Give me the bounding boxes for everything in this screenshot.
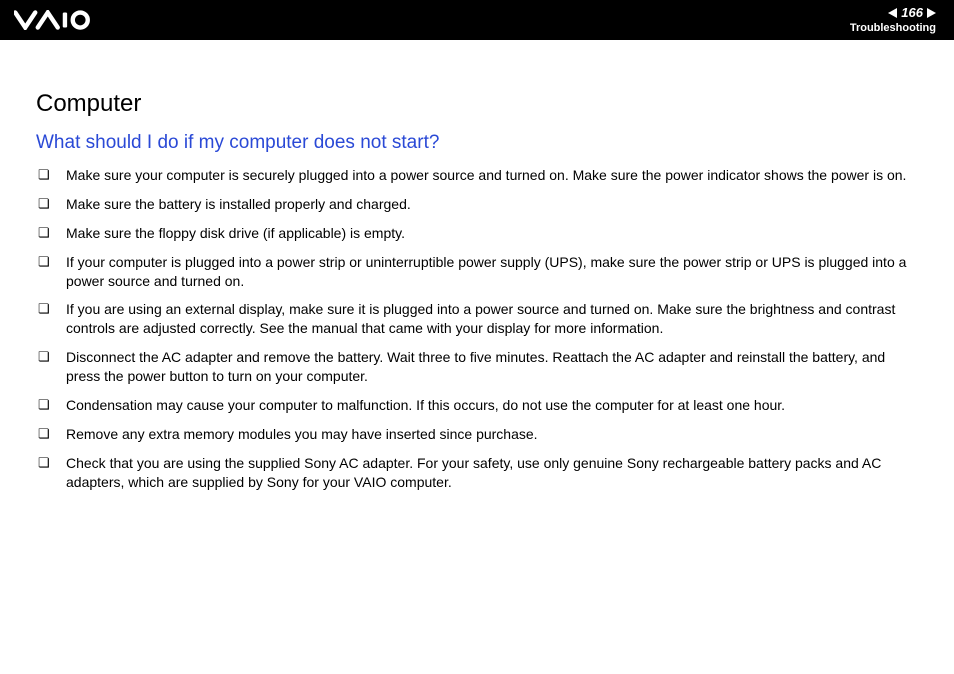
prev-page-icon[interactable] <box>888 8 897 18</box>
list-item: Make sure your computer is securely plug… <box>36 166 922 185</box>
vaio-logo <box>14 10 114 30</box>
section-label: Troubleshooting <box>850 22 936 34</box>
next-page-icon[interactable] <box>927 8 936 18</box>
header-right: 166 Troubleshooting <box>850 6 936 33</box>
question-heading: What should I do if my computer does not… <box>36 132 922 154</box>
content-area: Computer What should I do if my computer… <box>0 40 954 502</box>
page-number: 166 <box>901 6 923 20</box>
page-nav: 166 <box>850 6 936 20</box>
page-title: Computer <box>36 90 922 118</box>
list-item: If you are using an external display, ma… <box>36 300 922 338</box>
vaio-logo-svg <box>14 10 114 30</box>
list-item: Make sure the floppy disk drive (if appl… <box>36 224 922 243</box>
troubleshoot-list: Make sure your computer is securely plug… <box>36 166 922 492</box>
list-item: Condensation may cause your computer to … <box>36 396 922 415</box>
header-bar: 166 Troubleshooting <box>0 0 954 40</box>
list-item: If your computer is plugged into a power… <box>36 253 922 291</box>
list-item: Disconnect the AC adapter and remove the… <box>36 348 922 386</box>
list-item: Remove any extra memory modules you may … <box>36 425 922 444</box>
list-item: Make sure the battery is installed prope… <box>36 195 922 214</box>
page-root: 166 Troubleshooting Computer What should… <box>0 0 954 674</box>
list-item: Check that you are using the supplied So… <box>36 454 922 492</box>
